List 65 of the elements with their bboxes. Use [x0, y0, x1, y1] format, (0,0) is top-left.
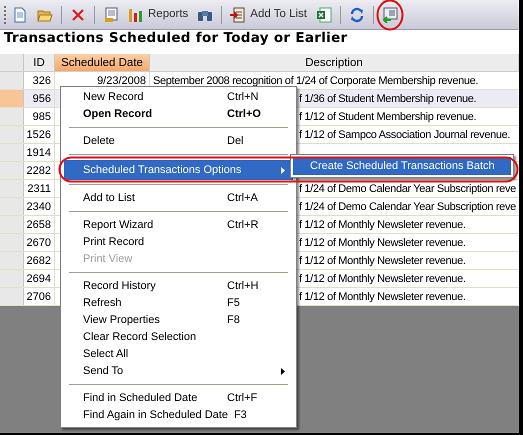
table-cell: 2682 [26, 255, 51, 267]
table-cell: f 1/12 of Sampco Association Journal revenue. [299, 129, 510, 141]
menu-item[interactable]: Send To [64, 363, 293, 380]
table-cell: 2282 [26, 165, 51, 177]
bar-chart-icon [128, 6, 144, 22]
menu-item[interactable]: Delete Del [64, 133, 293, 150]
row-selector[interactable] [0, 234, 24, 251]
table-cell: f 1/36 of Student Membership revenue. [299, 93, 476, 105]
menu-item[interactable]: Find in Scheduled Date Ctrl+F [64, 390, 293, 407]
table-cell: 2311 [27, 183, 51, 195]
table-cell: 2706 [26, 291, 51, 303]
menu-item[interactable]: Find Again in Scheduled Date F3 [64, 407, 293, 424]
table-cell: 2340 [26, 201, 51, 213]
table-cell: 9/23/2008 [97, 75, 146, 87]
table-cell: 326 [32, 75, 51, 87]
new-document-icon [12, 6, 28, 22]
row-selector[interactable] [0, 108, 24, 125]
add-to-list-icon [230, 6, 246, 22]
menu-item[interactable]: Add to List Ctrl+A [64, 190, 293, 207]
menu-item[interactable]: Open Record Ctrl+O [64, 106, 293, 123]
column-header[interactable]: Description [150, 54, 519, 71]
menu-item[interactable]: Print Record [64, 234, 293, 251]
table-cell: 1526 [26, 129, 51, 141]
row-selector[interactable] [0, 270, 24, 287]
menu-item[interactable]: Scheduled Transactions Options [64, 160, 293, 180]
table-cell: f 1/12 of Monthly Newsleter revenue. [299, 237, 466, 249]
table-cell: f 1/24 of Demo Calendar Year Subscription reve [299, 201, 516, 213]
row-selector[interactable] [0, 216, 24, 233]
row-selector[interactable] [0, 162, 24, 179]
menu-item[interactable]: Clear Record Selection [64, 329, 293, 346]
table-cell: f 1/12 of Monthly Newsleter revenue. [299, 255, 466, 267]
row-selector[interactable] [0, 252, 24, 269]
delete-icon [70, 6, 86, 22]
add-to-list-button[interactable]: Add To List [227, 2, 310, 26]
menu-item[interactable]: Record History Ctrl+H [64, 278, 293, 295]
row-selector[interactable] [0, 72, 24, 89]
column-header[interactable]: Scheduled Date [55, 54, 150, 71]
report-icon [103, 6, 119, 22]
table-cell: 1914 [26, 147, 51, 159]
row-selector[interactable] [0, 144, 24, 161]
menu-item[interactable]: View Properties F8 [64, 312, 293, 329]
row-selector[interactable] [0, 90, 24, 107]
row-selector[interactable] [0, 126, 24, 143]
bar-chart-button[interactable]: Reports [125, 2, 192, 26]
table-cell: f 1/12 of Monthly Newsleter revenue. [299, 219, 466, 231]
page-title: Transactions Scheduled for Today or Earlier [0, 30, 519, 54]
spreadsheet-icon [316, 6, 332, 22]
table-cell: 2670 [26, 237, 51, 249]
table-cell: f 1/12 of Student Membership revenue. [299, 111, 476, 123]
table-cell: f 1/12 of Monthly Newsleter revenue. [299, 291, 466, 303]
table-cell: 956 [32, 93, 51, 105]
table-cell: 2658 [26, 219, 51, 231]
row-selector[interactable] [0, 288, 24, 305]
menu-item[interactable]: Refresh F5 [64, 295, 293, 312]
table-cell: 985 [32, 111, 51, 123]
table-cell: f 1/12 of Monthly Newsleter revenue. [299, 273, 466, 285]
refresh-icon [348, 6, 365, 22]
row-selector[interactable] [0, 198, 24, 215]
menu-item[interactable]: Report Wizard Ctrl+R [64, 217, 293, 234]
row-selector[interactable] [0, 180, 24, 197]
table-cell: 2694 [26, 273, 51, 285]
table-cell: September 2008 recognition of 1/24 of Corporate Membership revenue. [153, 75, 478, 87]
table-cell: f 1/24 of Demo Calendar Year Subscription reve [299, 183, 516, 195]
menu-item[interactable]: New Record Ctrl+N [64, 89, 293, 106]
menu-item[interactable]: Select All [64, 346, 293, 363]
